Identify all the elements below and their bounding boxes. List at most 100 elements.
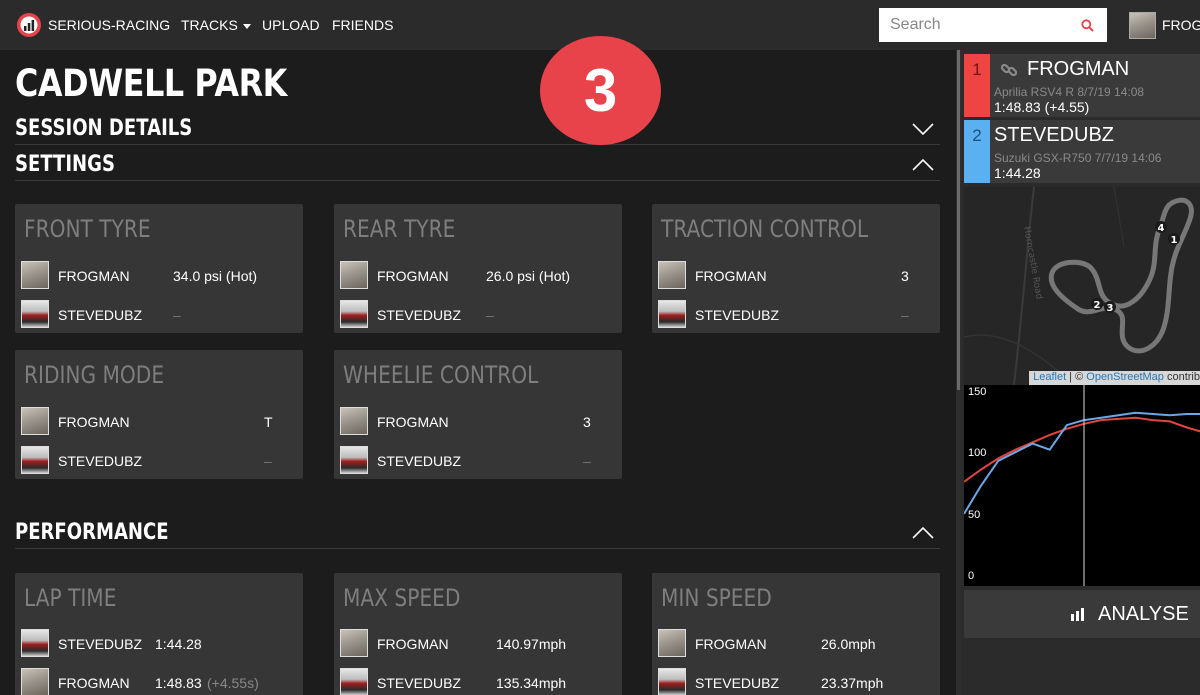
setting-value: 26.0 psi (Hot) <box>486 268 571 284</box>
chevron-up-icon[interactable] <box>912 158 934 172</box>
search-icon[interactable] <box>1081 19 1094 32</box>
avatar <box>21 300 49 328</box>
rider-name: FROGMAN <box>377 268 449 284</box>
perf-value: 140.97mph <box>496 636 567 652</box>
track-map[interactable]: Horncastle Road 1 4 2 3 Leaflet | © Open… <box>964 187 1200 385</box>
link-icon[interactable] <box>1000 61 1018 79</box>
perf-row: STEVEDUBZ 23.37mph <box>658 668 934 695</box>
rider-bike: Aprilia RSV4 R 8/7/19 14:08 <box>994 85 1145 99</box>
user-avatar[interactable] <box>1129 12 1156 39</box>
rider-name: FROGMAN <box>377 636 449 652</box>
rider-name: STEVEDUBZ <box>58 307 143 323</box>
avatar <box>658 261 686 289</box>
attribution-rest: contrib <box>1163 371 1200 383</box>
marker-3-icon: 3 <box>1104 301 1116 314</box>
avatar <box>340 407 368 435</box>
rider-name: FROGMAN <box>695 636 767 652</box>
rider-name: STEVEDUBZ <box>377 307 462 323</box>
analyse-label: ANALYSE <box>1098 603 1189 625</box>
rider-lap-time: 1:48.83 (+4.55) <box>994 99 1090 115</box>
upload-link[interactable]: UPLOAD <box>262 17 320 33</box>
riding-mode-card: RIDING MODE FROGMAN T STEVEDUBZ – <box>15 350 303 479</box>
rider-name: FROGMAN <box>58 675 130 691</box>
rider-name: FROGMAN <box>695 268 767 284</box>
main-content: CADWELL PARK SESSION DETAILS SETTINGS FR… <box>0 50 956 695</box>
caret-down-icon <box>242 23 251 29</box>
front-tyre-card: FRONT TYRE FROGMAN 34.0 psi (Hot) STEVEDU… <box>15 204 303 333</box>
marker-4-icon: 4 <box>1155 221 1167 234</box>
wheelie-control-card: WHEELIE CONTROL FROGMAN 3 STEVEDUBZ – <box>334 350 622 479</box>
marker-label: 2 <box>1094 300 1101 311</box>
settings-header[interactable]: SETTINGS <box>15 152 940 181</box>
setting-row: FROGMAN 34.0 psi (Hot) <box>21 261 297 291</box>
rider-name: STEVEDUBZ <box>58 453 143 469</box>
card-title: FRONT TYRE <box>24 215 151 243</box>
logo-icon[interactable] <box>16 12 42 38</box>
setting-row: FROGMAN T <box>21 407 297 437</box>
setting-value: T <box>264 414 273 430</box>
brand-link[interactable]: SERIOUS-RACING <box>48 17 170 33</box>
perf-value: 1:48.83 <box>155 675 202 691</box>
marker-label: 3 <box>1107 303 1114 314</box>
perf-row: FROGMAN 140.97mph <box>340 629 616 659</box>
step-badge: 3 <box>540 36 661 145</box>
rider-card[interactable]: 1 FROGMAN Aprilia RSV4 R 8/7/19 14:08 1:… <box>964 54 1200 117</box>
perf-row: FROGMAN 26.0mph <box>658 629 934 659</box>
card-title: TRACTION CONTROL <box>661 215 869 243</box>
rider-card[interactable]: 2 STEVEDUBZ Suzuki GSX-R750 7/7/19 14:06… <box>964 120 1200 183</box>
page-title: CADWELL PARK <box>15 62 287 105</box>
rider-name: STEVEDUBZ <box>377 675 462 691</box>
performance-header[interactable]: PERFORMANCE <box>15 520 940 549</box>
setting-value: – <box>486 307 494 323</box>
setting-row: FROGMAN 3 <box>658 261 934 291</box>
rider-name: FROGMAN <box>58 268 130 284</box>
avatar <box>340 668 368 695</box>
bar-chart-icon <box>1071 608 1084 621</box>
setting-value: 3 <box>901 268 909 284</box>
session-details-label: SESSION DETAILS <box>15 116 193 141</box>
session-details-header[interactable]: SESSION DETAILS <box>15 116 940 145</box>
map-attribution: Leaflet | © OpenStreetMap contrib <box>1029 371 1200 385</box>
traction-control-card: TRACTION CONTROL FROGMAN 3 STEVEDUBZ – <box>652 204 940 333</box>
setting-value: – <box>583 453 591 469</box>
y-tick-label: 150 <box>968 386 987 398</box>
tracks-label: TRACKS <box>181 17 238 33</box>
rider-name: STEVEDUBZ <box>695 307 780 323</box>
avatar <box>21 261 49 289</box>
avatar <box>340 629 368 657</box>
rider-name: FROGMAN <box>58 414 130 430</box>
chevron-down-icon[interactable] <box>912 122 934 136</box>
speed-chart[interactable]: 150 100 50 0 <box>963 385 1200 586</box>
rider-name: STEVEDUBZ <box>58 636 143 652</box>
avatar <box>21 629 49 657</box>
rider-number: 1 <box>972 60 982 79</box>
setting-value: – <box>173 307 181 323</box>
search-input[interactable] <box>879 8 1080 42</box>
performance-label: PERFORMANCE <box>15 520 169 545</box>
rider-name: STEVEDUBZ <box>695 675 780 691</box>
rider-lap-time: 1:44.28 <box>994 165 1041 181</box>
osm-link[interactable]: OpenStreetMap <box>1086 371 1164 383</box>
perf-value: 1:44.28 <box>155 636 202 652</box>
setting-row: STEVEDUBZ – <box>21 300 297 330</box>
user-menu[interactable]: FROGMAN <box>1162 17 1200 33</box>
rider-name: FROGMAN <box>377 414 449 430</box>
speed-chart-plot[interactable] <box>963 385 1200 586</box>
leaflet-link[interactable]: Leaflet <box>1033 371 1066 383</box>
search-box <box>879 8 1107 42</box>
setting-row: STEVEDUBZ – <box>340 300 616 330</box>
chevron-up-icon[interactable] <box>912 526 934 540</box>
setting-row: STEVEDUBZ – <box>340 446 616 476</box>
analyse-button[interactable]: ANALYSE <box>964 590 1200 638</box>
avatar <box>340 300 368 328</box>
perf-value: 26.0mph <box>821 636 876 652</box>
scrollbar-thumb[interactable] <box>957 50 960 390</box>
card-title: MAX SPEED <box>343 584 461 612</box>
tracks-menu[interactable]: TRACKS <box>181 17 251 33</box>
y-tick-label: 50 <box>968 509 981 521</box>
card-title: RIDING MODE <box>24 361 165 389</box>
friends-link[interactable]: FRIENDS <box>332 17 393 33</box>
setting-value: 3 <box>583 414 591 430</box>
card-title: MIN SPEED <box>661 584 772 612</box>
track-map-canvas[interactable]: Horncastle Road 1 4 2 3 <box>964 187 1200 385</box>
